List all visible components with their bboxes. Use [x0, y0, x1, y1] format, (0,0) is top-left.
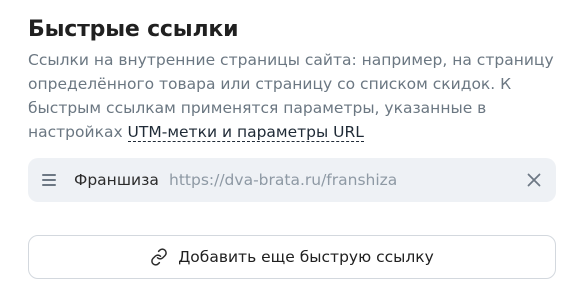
close-icon	[527, 173, 541, 187]
utm-settings-link[interactable]: UTM-метки и параметры URL	[127, 123, 364, 142]
quick-link-row: Франшиза	[28, 158, 556, 202]
section-title: Быстрые ссылки	[28, 17, 239, 42]
add-quick-link-label: Добавить еще быструю ссылку	[178, 248, 434, 266]
quick-link-name[interactable]: Франшиза	[74, 170, 159, 190]
quick-links-panel: Быстрые ссылки Ссылки на внутренние стра…	[0, 0, 574, 298]
quick-link-url-input[interactable]	[169, 170, 509, 190]
add-quick-link-button[interactable]: Добавить еще быструю ссылку	[28, 235, 556, 279]
remove-quick-link-button[interactable]	[522, 168, 546, 192]
link-icon	[150, 248, 168, 266]
drag-handle-icon[interactable]	[42, 174, 56, 186]
section-description: Ссылки на внутренние страницы сайта: нап…	[28, 48, 558, 144]
